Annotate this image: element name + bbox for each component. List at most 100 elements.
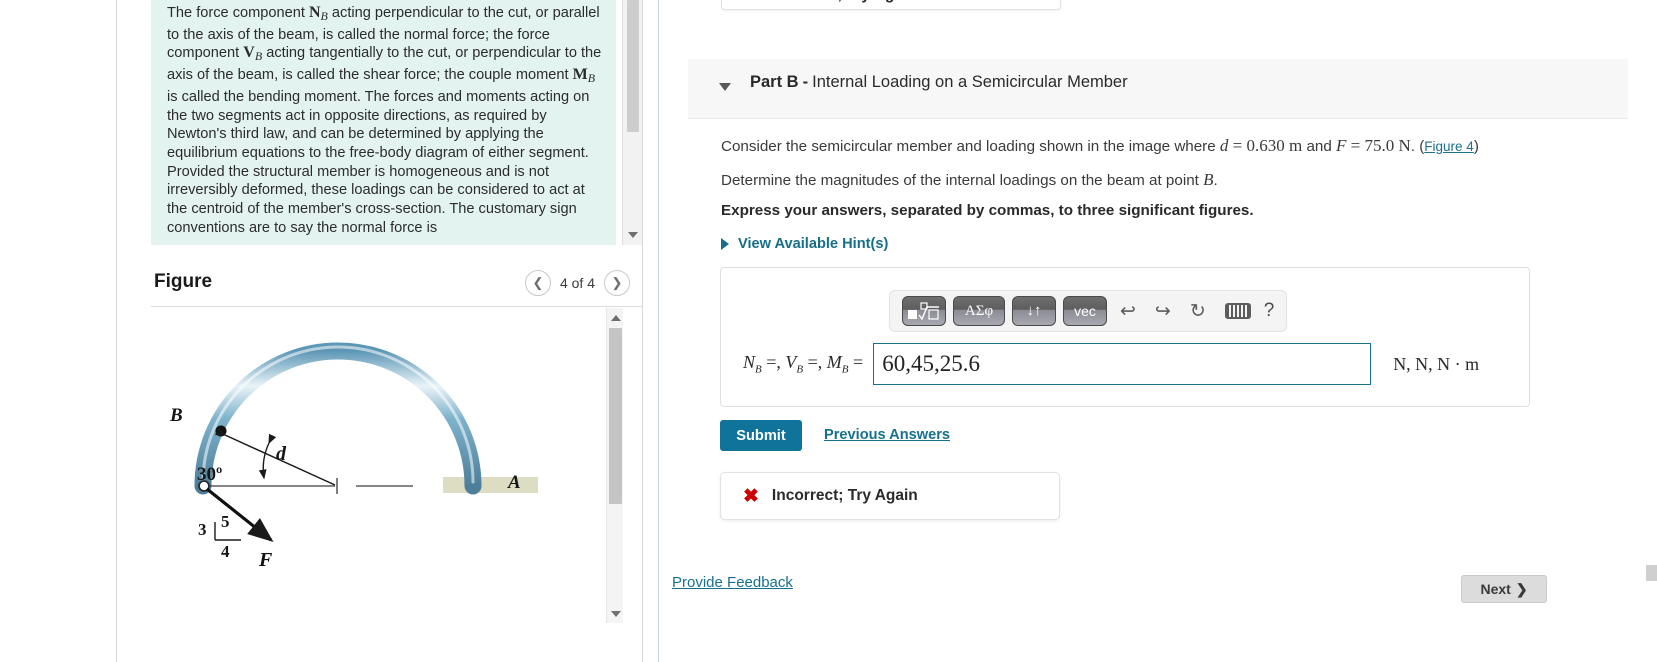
theory-scroll-down-button[interactable] [623, 225, 643, 245]
force-f-arrow [206, 487, 274, 542]
part-b-title: Part B - Internal Loading on a Semicircula… [750, 73, 1128, 92]
chevron-left-icon: ❮ [532, 275, 544, 290]
label-slope-4: 4 [221, 542, 230, 561]
chevron-right-icon: ❯ [1515, 580, 1528, 597]
statement-line-1: Consider the semicircular member and loa… [721, 136, 1479, 157]
unit-F: N [1394, 136, 1411, 155]
undo-arrow-icon[interactable]: ↩ [1114, 300, 1142, 323]
part-b-label: Part B [750, 73, 799, 91]
view-hints-toggle[interactable]: View Available Hint(s) [721, 236, 888, 252]
symbol-N-subscript: B [320, 9, 328, 23]
answer-units: N, N, N · m [1393, 353, 1480, 374]
triangle-right-icon [721, 238, 729, 250]
point-b-marker [215, 425, 227, 437]
theory-paragraph: The force component NB acting perpendicu… [151, 0, 616, 237]
figure-scroll-down-button[interactable] [607, 605, 624, 622]
figure-scrollbar-thumb[interactable] [609, 328, 622, 504]
right-content-pane: ✖ Incorrect; Try Again Part B-Internal L… [659, 0, 1657, 662]
left-rail-divider [116, 0, 117, 662]
equals-2: = [1346, 136, 1365, 155]
math-toolbar: ΑΣφ ↓↑ vec ↩ ↪ ↻ ? [889, 290, 1288, 332]
symbol-V: V [243, 44, 255, 62]
next-button[interactable]: Next ❯ [1461, 575, 1547, 603]
value-F: 75.0 [1364, 136, 1395, 155]
figure-scroll-up-button[interactable] [607, 309, 624, 326]
equals-1: = [1228, 136, 1247, 155]
previous-answers-link[interactable]: Previous Answers [824, 427, 950, 443]
label-a: A [507, 472, 521, 493]
page-root: The force component NB acting perpendicu… [0, 0, 1657, 662]
theory-seg-4: is called the bending moment. The forces… [167, 88, 590, 236]
statement-text-c: . ( [1410, 138, 1425, 155]
label-b: B [169, 405, 183, 426]
statement-text-b: and [1302, 138, 1337, 155]
label-d: d [276, 443, 287, 465]
answer-input[interactable] [873, 343, 1372, 385]
figure-pager-label: 4 of 4 [559, 275, 595, 291]
statement-text-d: ) [1473, 138, 1479, 155]
figure-body: B A d 30º 3 5 4 F [151, 308, 622, 623]
theory-scrollbar-thumb[interactable] [627, 0, 639, 132]
part-b-header[interactable]: Part B - Internal Loading on a Semicircula… [688, 59, 1628, 119]
chevron-down-icon [610, 610, 621, 617]
provide-feedback-link[interactable]: Provide Feedback [672, 574, 793, 591]
label-slope-3: 3 [198, 520, 207, 539]
semicircular-beam [194, 342, 482, 495]
symbol-M-subscript: B [587, 71, 596, 86]
figure-link[interactable]: Figure 4 [1424, 139, 1474, 154]
keyboard-icon[interactable] [1219, 303, 1257, 319]
statement-line2-b: . [1213, 172, 1218, 189]
angle-arc-30 [258, 433, 277, 480]
instruction-text: Express your answers, separated by comma… [721, 202, 1254, 219]
beam-highlight [201, 345, 475, 484]
unit-d: m [1284, 136, 1303, 155]
greek-button[interactable]: ΑΣφ [953, 296, 1005, 326]
var-B: B [1203, 170, 1214, 189]
label-angle-30: 30º [197, 464, 222, 485]
answer-row: NB =, VB =, MB = N, N, N · m [743, 343, 1479, 385]
chevron-up-icon [610, 314, 621, 321]
view-hints-label: View Available Hint(s) [738, 236, 889, 252]
feedback-text: Incorrect; Try Again [771, 487, 918, 504]
figure-title: Figure [154, 271, 213, 292]
template-icon [908, 301, 939, 320]
theory-text-panel: The force component NB acting perpendicu… [151, 0, 616, 245]
statement-line2-a: Determine the magnitudes of the internal… [721, 172, 1204, 189]
x-mark-icon: ✖ [744, 0, 760, 4]
figure-prev-button[interactable]: ❮ [524, 270, 551, 296]
answer-label: NB =, VB =, MB = [743, 352, 864, 376]
updown-button[interactable]: ↓↑ [1012, 296, 1056, 326]
theory-scrollbar[interactable] [622, 0, 642, 245]
chevron-down-icon [628, 232, 638, 238]
caret-down-icon[interactable] [719, 83, 731, 91]
template-button[interactable] [902, 296, 946, 326]
figure-scrollbar[interactable] [606, 308, 623, 623]
ground-support [443, 477, 538, 493]
answer-card: ΑΣφ ↓↑ vec ↩ ↪ ↻ ? NB =, VB =, MB = N, N… [720, 267, 1530, 407]
figure-pager: ❮ 4 of 4 ❯ [524, 270, 630, 296]
redo-arrow-icon[interactable]: ↪ [1149, 300, 1177, 323]
figure-header: Figure ❮ 4 of 4 ❯ [151, 262, 642, 307]
chevron-right-icon: ❯ [611, 275, 623, 290]
submit-button[interactable]: Submit [720, 420, 802, 451]
center-divider [642, 0, 643, 662]
part-b-subtitle: Internal Loading on a Semicircular Membe… [812, 73, 1128, 91]
label-f: F [258, 549, 273, 571]
page-scrollbar-thumb[interactable] [1646, 565, 1657, 581]
x-mark-icon: ✖ [743, 485, 759, 507]
feedback-box: ✖ Incorrect; Try Again [720, 472, 1060, 520]
symbol-M: M [572, 66, 588, 84]
statement-line-2: Determine the magnitudes of the internal… [721, 170, 1218, 191]
figure-next-button[interactable]: ❯ [604, 270, 630, 296]
label-slope-5: 5 [221, 512, 230, 531]
vec-button[interactable]: vec [1063, 296, 1107, 326]
semicircular-member-diagram: B A d 30º 3 5 4 F [169, 342, 538, 571]
statement-text-a: Consider the semicircular member and loa… [721, 138, 1220, 155]
var-F: F [1336, 136, 1347, 155]
statement-instruction: Express your answers, separated by comma… [721, 202, 1254, 220]
previous-feedback-box: ✖ Incorrect; Try Again [721, 0, 1061, 10]
question-mark-icon[interactable]: ? [1264, 300, 1275, 322]
symbol-N: N [308, 4, 321, 21]
reset-circular-arrow-icon[interactable]: ↻ [1184, 300, 1212, 323]
value-d: 0.630 [1246, 136, 1285, 155]
